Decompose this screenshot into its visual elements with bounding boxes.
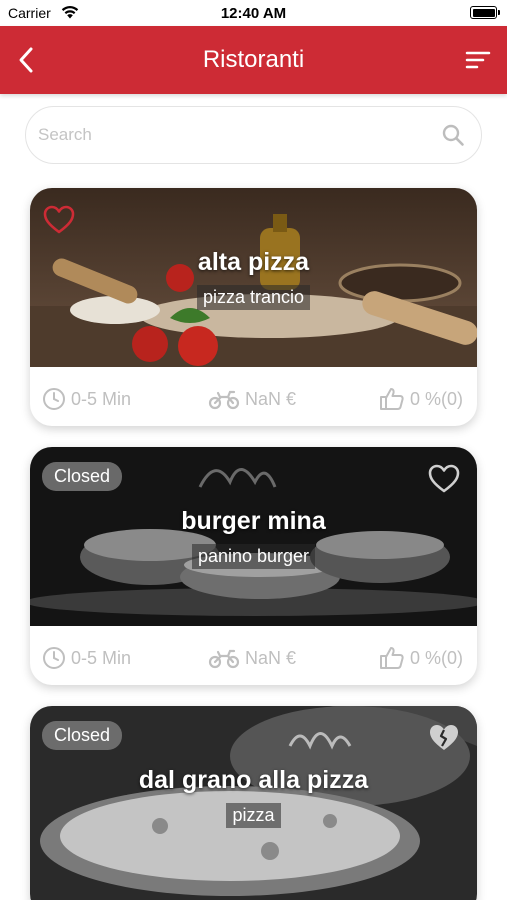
restaurant-card[interactable]: Closed dal grano alla pizza pizza	[30, 706, 477, 900]
restaurant-info-row: 0-5 Min NaN € 0 %(0)	[30, 626, 477, 685]
thumbs-up-icon	[379, 647, 404, 669]
filter-sort-icon[interactable]	[465, 48, 491, 72]
heart-outline-icon[interactable]	[427, 463, 461, 495]
search-input[interactable]	[38, 107, 433, 163]
broken-heart-icon[interactable]	[427, 722, 461, 754]
restaurant-image	[30, 188, 477, 367]
motorbike-icon	[208, 649, 240, 669]
delivery-time: 0-5 Min	[42, 646, 131, 670]
motorbike-icon	[208, 390, 240, 410]
status-bar: Carrier 12:40 AM	[0, 0, 507, 26]
delivery-time-text: 0-5 Min	[71, 388, 132, 409]
clock: 12:40 AM	[220, 5, 287, 22]
page-title: Ristoranti	[202, 46, 305, 73]
clock-icon	[43, 647, 65, 669]
restaurant-info-row: 0-5 Min NaN € 0 %(0)	[30, 367, 477, 426]
closed-badge: Closed	[42, 721, 123, 750]
restaurant-card[interactable]: alta pizza pizza trancio 0-5 Min NaN € 0…	[30, 188, 477, 426]
delivery-cost: NaN €	[208, 646, 296, 670]
delivery-cost-text: NaN €	[245, 388, 297, 409]
rating-text: 0 %(0)	[409, 388, 463, 409]
clock-icon	[43, 388, 65, 410]
delivery-time-text: 0-5 Min	[71, 647, 132, 668]
restaurant-category: pizza	[226, 803, 281, 828]
thumbs-up-icon	[379, 388, 404, 410]
delivery-cost: NaN €	[208, 387, 296, 411]
restaurant-card[interactable]: Closed burger mina panino burger 0-5 Min…	[30, 447, 477, 685]
delivery-cost-text: NaN €	[245, 647, 297, 668]
search-icon[interactable]	[441, 123, 465, 147]
restaurant-name: alta pizza	[197, 248, 310, 276]
battery-icon	[470, 6, 500, 19]
rating: 0 %(0)	[379, 646, 463, 670]
delivery-time: 0-5 Min	[42, 387, 131, 411]
closed-badge: Closed	[42, 462, 123, 491]
restaurant-category: pizza trancio	[196, 285, 311, 310]
heart-outline-icon[interactable]	[42, 204, 76, 236]
restaurant-category: panino burger	[191, 544, 316, 569]
search-bar	[25, 106, 482, 164]
rating: 0 %(0)	[379, 387, 463, 411]
restaurant-name: burger mina	[181, 507, 326, 535]
navigation-bar: Ristoranti	[0, 26, 507, 94]
restaurant-name: dal grano alla pizza	[138, 766, 369, 794]
rating-text: 0 %(0)	[409, 647, 463, 668]
